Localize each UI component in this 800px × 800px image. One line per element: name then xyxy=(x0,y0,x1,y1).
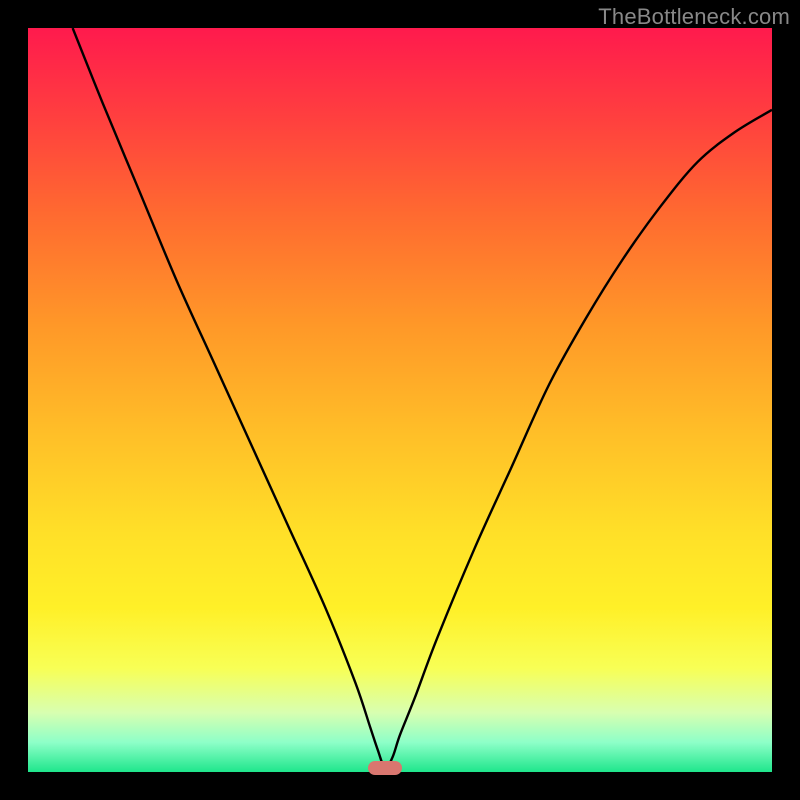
bottleneck-curve xyxy=(28,28,772,772)
optimum-marker xyxy=(368,761,402,775)
watermark-text: TheBottleneck.com xyxy=(598,4,790,30)
chart-plot-area xyxy=(28,28,772,772)
